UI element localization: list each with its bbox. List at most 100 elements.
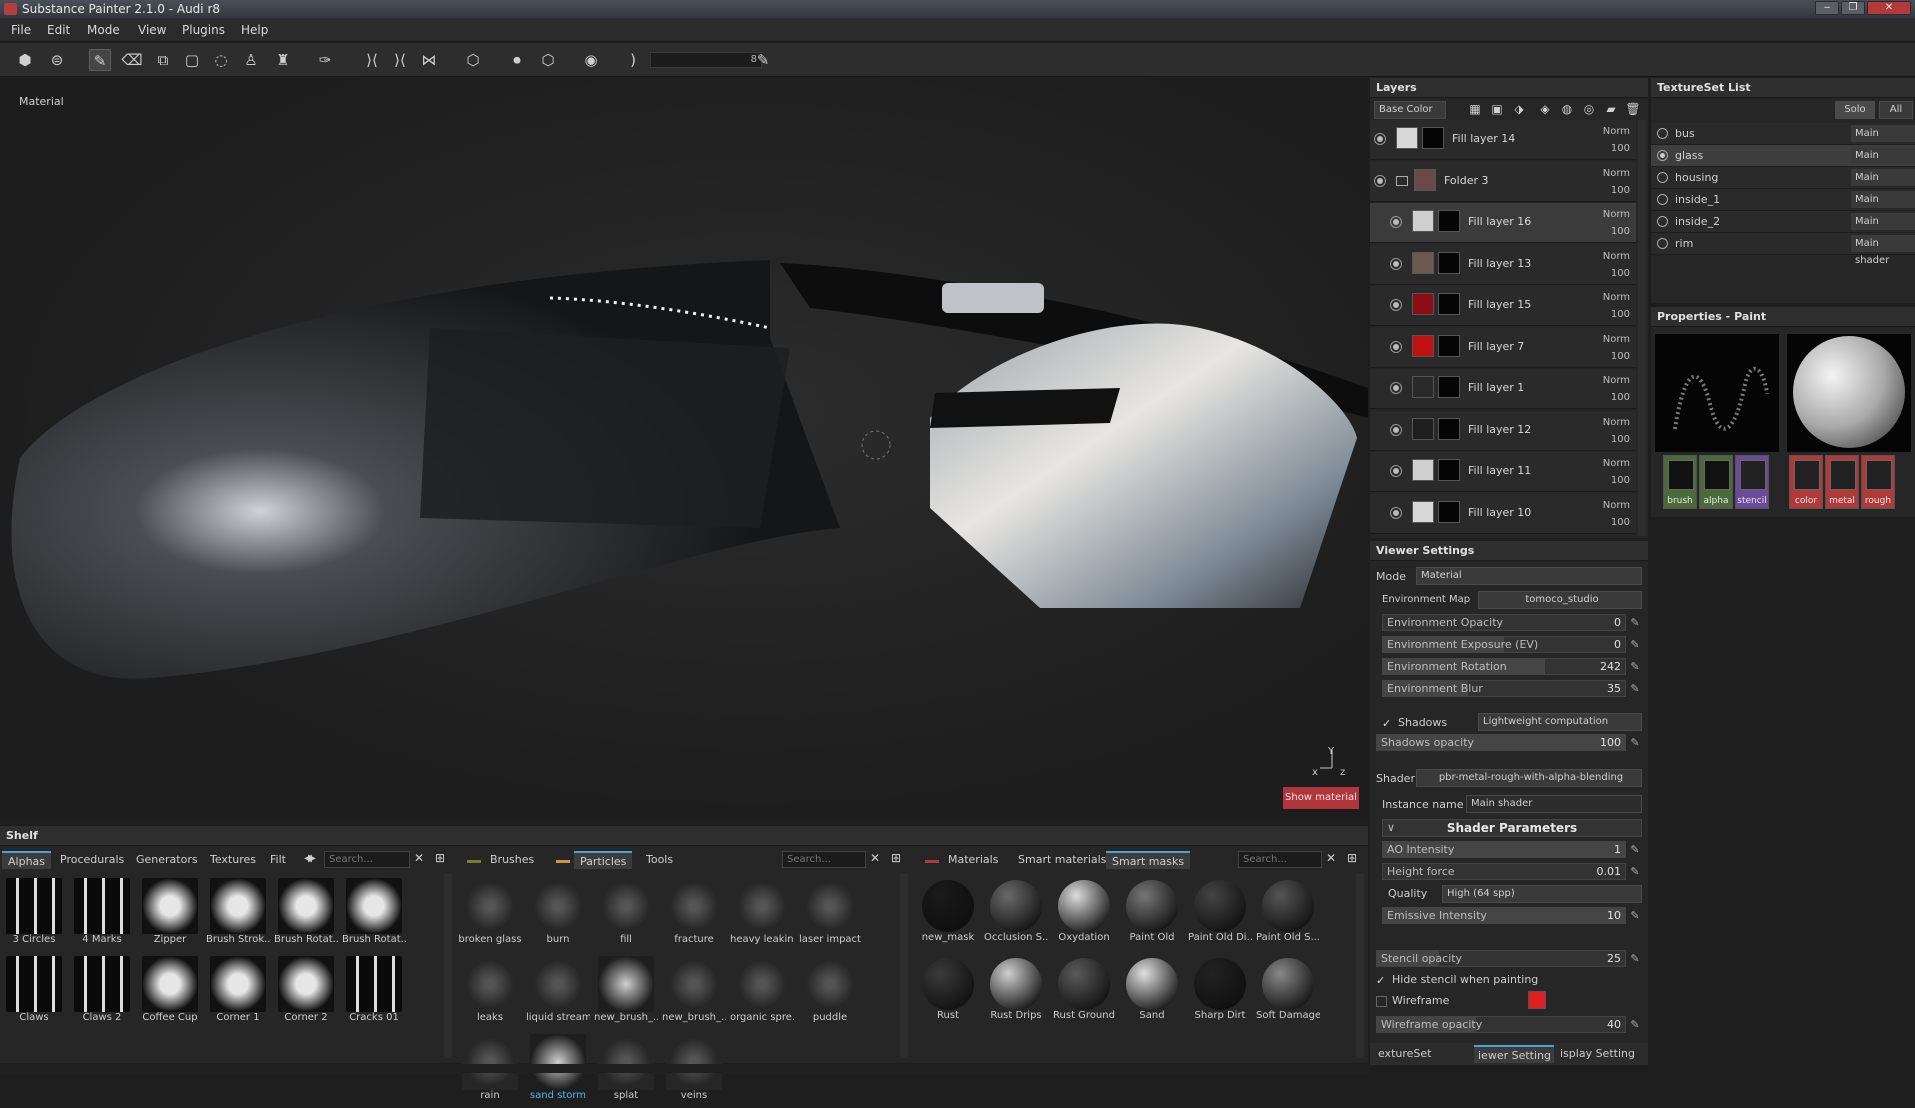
- layer-blend-opacity[interactable]: Norm 100: [1603, 248, 1630, 282]
- menu-view[interactable]: View: [138, 23, 166, 37]
- shelf-item[interactable]: Rust Ground: [1053, 954, 1115, 1030]
- shelf-item[interactable]: puddle: [800, 954, 860, 1030]
- shelf-item[interactable]: Corner 1: [208, 954, 268, 1030]
- add-folder-icon[interactable]: ◎: [1580, 100, 1598, 118]
- solo-button[interactable]: Solo: [1835, 101, 1875, 119]
- layer-opacity[interactable]: 100: [1603, 348, 1630, 365]
- environment-opacity-slider[interactable]: Environment Opacity 0: [1382, 614, 1626, 631]
- layer-opacity[interactable]: 100: [1603, 389, 1630, 406]
- delete-layer-icon[interactable]: 🗑: [1624, 100, 1642, 118]
- shelf-item[interactable]: Zipper: [140, 876, 200, 952]
- layer-opacity[interactable]: 100: [1603, 514, 1630, 531]
- textureset-radio[interactable]: [1657, 128, 1668, 139]
- shelf-item[interactable]: Occlusion S...: [984, 876, 1048, 952]
- duplicate-layer-icon[interactable]: ▰: [1602, 100, 1620, 118]
- layer-blend-opacity[interactable]: Norm 100: [1603, 455, 1630, 489]
- blend-mode[interactable]: Norm: [1603, 414, 1630, 431]
- screenshot-icon[interactable]: ◉: [580, 49, 602, 71]
- blend-mode[interactable]: Norm: [1603, 372, 1630, 389]
- stencil-opacity-slider[interactable]: Stencil opacity 25: [1376, 950, 1626, 967]
- particles-search-input[interactable]: Search...: [782, 851, 866, 868]
- layer-row[interactable]: Fill layer 11 Norm 100: [1370, 452, 1636, 492]
- layer-row[interactable]: Fill layer 15 Norm 100: [1370, 286, 1636, 326]
- shelf-item[interactable]: organic spre...: [730, 954, 794, 1030]
- shelf-item[interactable]: leaks: [460, 954, 520, 1030]
- visibility-eye-icon[interactable]: [1390, 423, 1402, 436]
- layer-blend-opacity[interactable]: Norm 100: [1603, 497, 1630, 531]
- layer-opacity[interactable]: 100: [1603, 265, 1630, 282]
- 3d-viewport[interactable]: Material Y x z Show material: [0, 78, 1368, 818]
- paint-slot-alpha[interactable]: alpha: [1699, 455, 1733, 509]
- textureset-shader-dropdown[interactable]: Main shader: [1851, 147, 1915, 178]
- textureset-row[interactable]: inside_1 Main shader: [1651, 189, 1915, 222]
- brush-curve-icon[interactable]: ): [622, 49, 644, 71]
- channel-dropdown[interactable]: Base Color: [1374, 101, 1446, 119]
- environment-map-field[interactable]: tomoco_studio: [1478, 591, 1642, 609]
- color-picker-icon[interactable]: ✑: [314, 49, 336, 71]
- shelf-item[interactable]: Rust Drips: [986, 954, 1046, 1030]
- tab-alphas[interactable]: Alphas: [2, 851, 52, 869]
- tab-filters[interactable]: Filt: [268, 851, 288, 869]
- add-layer-icon[interactable]: ◈: [1536, 100, 1554, 118]
- clear-particles-search-icon[interactable]: ✕: [868, 849, 882, 867]
- pen-pressure-icon[interactable]: ✎: [752, 49, 774, 71]
- shadows-checkbox[interactable]: ✓: [1382, 718, 1393, 729]
- shelf-item[interactable]: Claws 2: [72, 954, 132, 1030]
- smudge-icon[interactable]: ◌: [210, 49, 232, 71]
- visibility-eye-icon[interactable]: [1390, 506, 1402, 519]
- layer-opacity[interactable]: 100: [1603, 140, 1630, 157]
- textureset-shader-dropdown[interactable]: Main shader: [1851, 235, 1915, 266]
- blend-mode[interactable]: Norm: [1603, 455, 1630, 472]
- symmetry-mirror-icon[interactable]: ⟩⟨: [389, 49, 411, 71]
- shelf-item[interactable]: heavy leaking: [730, 876, 794, 952]
- shelf-item[interactable]: Corner 2: [276, 954, 336, 1030]
- visibility-eye-icon[interactable]: [1374, 174, 1386, 187]
- layer-row[interactable]: Fill layer 14 Norm 100: [1370, 120, 1636, 160]
- shelf-item[interactable]: Coffee Cup: [140, 954, 200, 1030]
- tab-smart-materials[interactable]: Smart materials: [1012, 851, 1112, 869]
- layer-row[interactable]: Folder 3 Norm 100: [1370, 161, 1636, 202]
- camera-icon[interactable]: ⏺: [506, 49, 528, 71]
- shelf-item[interactable]: Paint Old S...: [1256, 876, 1320, 952]
- height-force-pen-icon[interactable]: ✎: [1628, 865, 1642, 879]
- textureset-shader-dropdown[interactable]: Main shader: [1851, 125, 1915, 156]
- paint-slot-stencil[interactable]: stencil: [1735, 455, 1769, 509]
- layer-row[interactable]: Fill layer 12 Norm 100: [1370, 410, 1636, 451]
- shelf-item[interactable]: liquid stream: [526, 954, 590, 1030]
- paint-slot-color[interactable]: color: [1789, 455, 1823, 509]
- shelf-item[interactable]: Brush Rotat...: [274, 876, 338, 952]
- add-filter-icon[interactable]: ⬗: [1510, 100, 1528, 118]
- textureset-radio[interactable]: [1657, 172, 1668, 183]
- show-material-button[interactable]: Show material: [1283, 787, 1359, 809]
- tab-generators[interactable]: Generators: [130, 851, 204, 869]
- env-exposure-pen-icon[interactable]: ✎: [1628, 638, 1642, 652]
- menu-mode[interactable]: Mode: [87, 23, 120, 37]
- shelf-item[interactable]: 4 Marks: [72, 876, 132, 952]
- clear-masks-search-icon[interactable]: ✕: [1324, 849, 1338, 867]
- layer-blend-opacity[interactable]: Norm 100: [1603, 372, 1630, 406]
- layer-opacity[interactable]: 100: [1603, 223, 1630, 240]
- layer-blend-opacity[interactable]: Norm 100: [1603, 123, 1630, 157]
- polygon-fill-icon[interactable]: ▢: [181, 49, 203, 71]
- camera-frame-icon[interactable]: ⬡: [462, 49, 484, 71]
- tab-smart-masks[interactable]: Smart masks: [1106, 851, 1191, 869]
- projection-icon[interactable]: ⧉: [152, 49, 174, 71]
- textureset-radio[interactable]: [1657, 216, 1668, 227]
- masks-search-input[interactable]: Search...: [1238, 851, 1322, 868]
- menu-plugins[interactable]: Plugins: [182, 23, 225, 37]
- shelf-item[interactable]: Rust: [918, 954, 978, 1030]
- shelf-item[interactable]: Sand: [1122, 954, 1182, 1030]
- emissive-intensity-slider[interactable]: Emissive Intensity 10: [1382, 907, 1626, 924]
- minimize-button[interactable]: ‒: [1815, 1, 1839, 15]
- menu-help[interactable]: Help: [241, 23, 268, 37]
- textureset-row[interactable]: inside_2 Main shader: [1651, 211, 1915, 244]
- environment-exposure-slider[interactable]: Environment Exposure (EV) 0: [1382, 636, 1626, 653]
- textureset-row[interactable]: glass Main shader: [1651, 145, 1915, 178]
- layer-row[interactable]: Fill layer 7 Norm 100: [1370, 327, 1636, 368]
- env-rotation-pen-icon[interactable]: ✎: [1628, 660, 1642, 674]
- textureset-radio[interactable]: [1657, 194, 1668, 205]
- visibility-eye-icon[interactable]: [1390, 299, 1402, 311]
- particles-scrollbar[interactable]: [900, 874, 908, 1058]
- emissive-intensity-pen-icon[interactable]: ✎: [1628, 909, 1642, 923]
- layer-blend-opacity[interactable]: Norm 100: [1603, 206, 1630, 240]
